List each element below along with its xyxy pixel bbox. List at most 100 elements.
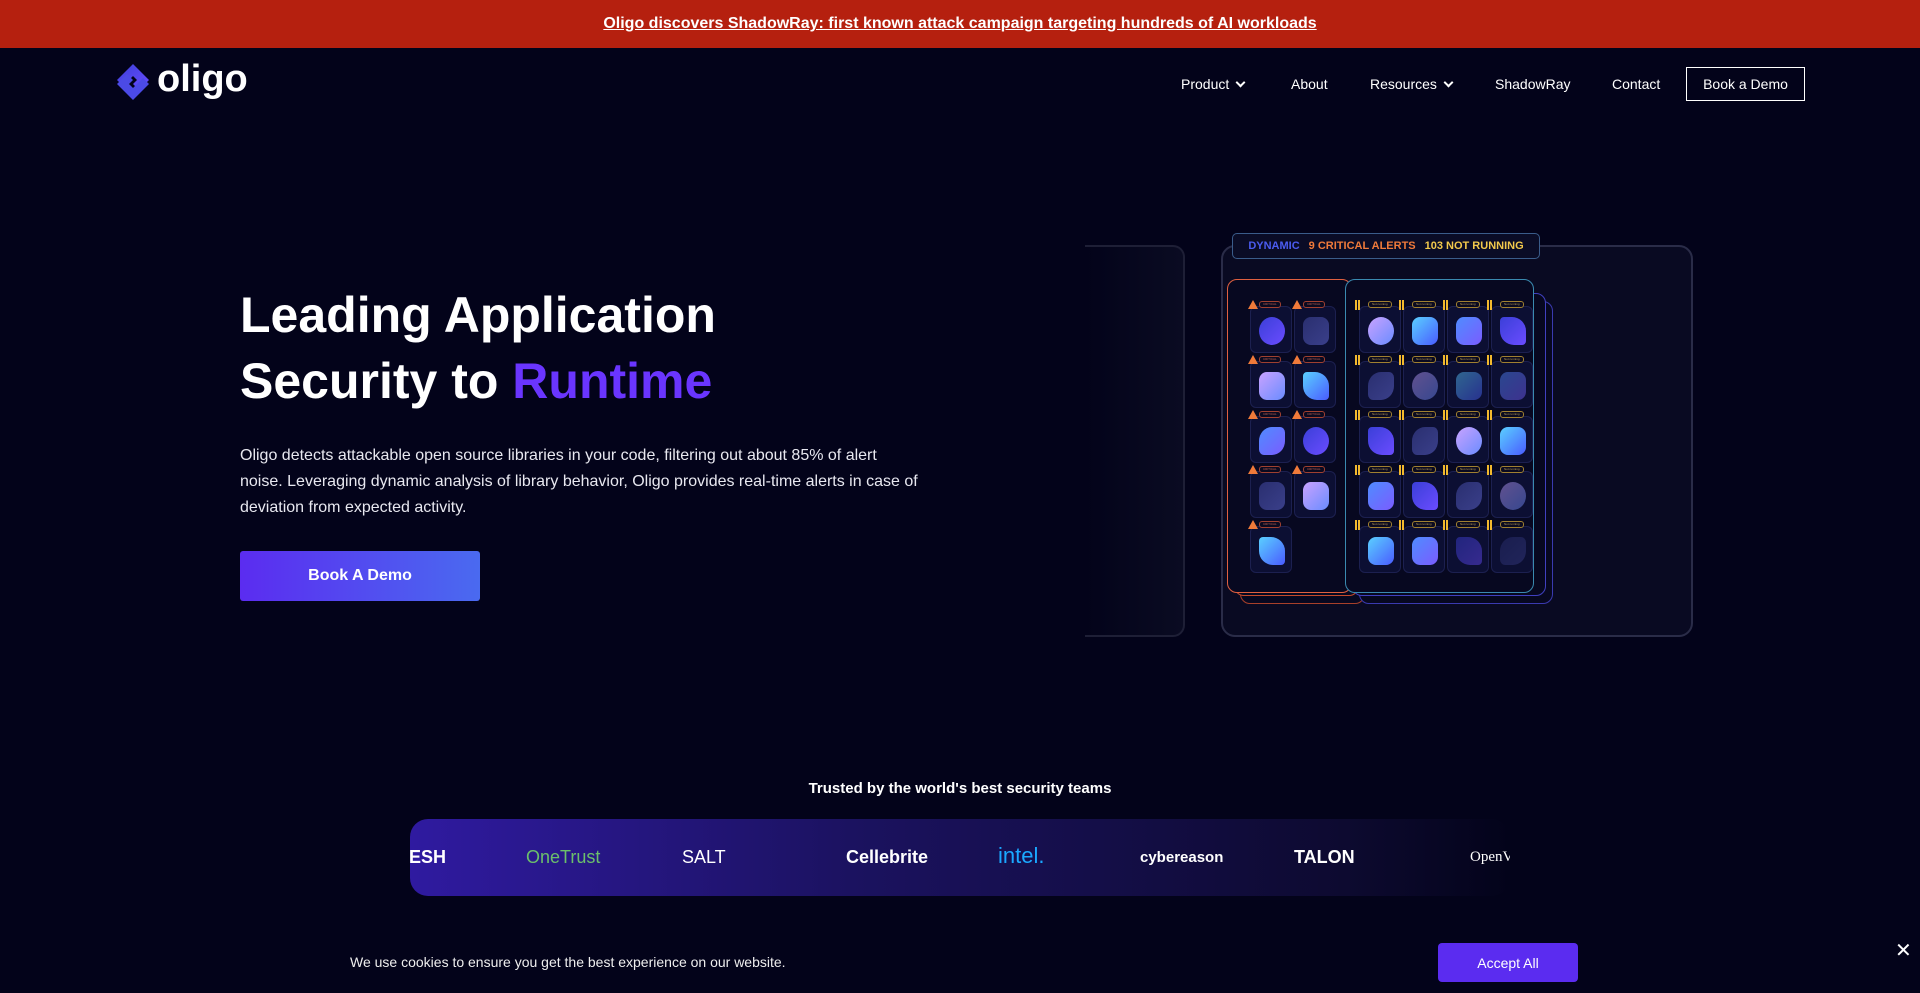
not-running-library-tile: Not running [1399, 410, 1445, 463]
library-logo-icon [1259, 482, 1285, 510]
pause-icon [1487, 465, 1492, 475]
nav-resources-label: Resources [1370, 76, 1437, 92]
warning-icon [1292, 300, 1302, 309]
pause-icon [1487, 520, 1492, 530]
library-logo-icon [1303, 317, 1329, 345]
not-running-library-tile: Not running [1399, 465, 1445, 518]
status-badge: Not running [1500, 411, 1524, 418]
customer-logo-strip: IESH OneTrust SALT Cellebrite intel. cyb… [410, 819, 1510, 896]
status-badge: Not running [1368, 521, 1392, 528]
not-running-library-tile: Not running [1487, 520, 1533, 573]
not-running-library-tile: Not running [1487, 355, 1533, 408]
not-running-library-tile: Not running [1487, 300, 1533, 353]
library-logo-icon [1500, 372, 1526, 400]
library-logo-icon [1500, 482, 1526, 510]
warning-icon [1292, 465, 1302, 474]
status-badge: CRITICAL [1259, 411, 1281, 418]
accept-cookies-button[interactable]: Accept All [1438, 943, 1578, 982]
warning-icon [1248, 465, 1258, 474]
library-logo-icon [1456, 427, 1482, 455]
library-logo-icon [1303, 372, 1329, 400]
status-badge: Not running [1456, 521, 1480, 528]
not-running-library-tile: Not running [1399, 355, 1445, 408]
not-running-library-tile: Not running [1355, 300, 1401, 353]
close-icon[interactable]: ✕ [1895, 938, 1912, 963]
pause-icon [1443, 410, 1448, 420]
status-badge: Not running [1412, 466, 1436, 473]
customer-logo: OneTrust [526, 847, 601, 867]
customer-logo: TALON [1294, 847, 1355, 867]
library-logo-icon [1500, 317, 1526, 345]
library-logo-icon [1412, 482, 1438, 510]
pause-icon [1487, 410, 1492, 420]
pause-icon [1487, 300, 1492, 310]
nav-shadowray[interactable]: ShadowRay [1495, 76, 1571, 92]
not-running-library-tile: Not running [1399, 520, 1445, 573]
oligo-logo-icon [117, 64, 149, 100]
critical-library-tile: CRITICAL [1248, 355, 1292, 408]
hero-title: Leading Application Security to Runtime [240, 282, 940, 414]
critical-library-tile: CRITICAL [1292, 410, 1336, 463]
status-badge: CRITICAL [1303, 411, 1325, 418]
announcement-link[interactable]: Oligo discovers ShadowRay: first known a… [603, 15, 1316, 33]
library-logo-icon [1259, 372, 1285, 400]
logo-wordmark: oligo [157, 57, 248, 100]
critical-library-tile: CRITICAL [1248, 520, 1292, 573]
pause-icon [1443, 465, 1448, 475]
status-badge: Not running [1368, 301, 1392, 308]
warning-icon [1292, 410, 1302, 419]
nav-resources[interactable]: Resources [1370, 76, 1454, 92]
warning-icon [1248, 410, 1258, 419]
warning-icon [1248, 300, 1258, 309]
critical-library-tile: CRITICAL [1248, 410, 1292, 463]
nav-contact[interactable]: Contact [1612, 76, 1660, 92]
status-badge: CRITICAL [1259, 356, 1281, 363]
nav-contact-label: Contact [1612, 76, 1661, 92]
warning-icon [1248, 520, 1258, 529]
nav-product[interactable]: Product [1181, 76, 1246, 92]
logo[interactable]: oligo [115, 58, 248, 102]
ghost-panel [1085, 245, 1185, 637]
library-logo-icon [1368, 482, 1394, 510]
library-logo-icon [1412, 372, 1438, 400]
status-badge: Not running [1500, 356, 1524, 363]
library-logo-icon [1412, 317, 1438, 345]
warning-icon [1248, 355, 1258, 364]
hero-title-line1: Leading Application [240, 287, 716, 343]
status-badge: Not running [1500, 466, 1524, 473]
pause-icon [1355, 355, 1360, 365]
chevron-down-icon [1235, 77, 1246, 87]
status-badge: Not running [1368, 411, 1392, 418]
pause-icon [1443, 355, 1448, 365]
book-demo-button[interactable]: Book A Demo [240, 551, 480, 601]
status-badge: CRITICAL [1303, 356, 1325, 363]
status-badge: Not running [1456, 466, 1480, 473]
library-logo-icon [1303, 427, 1329, 455]
status-badge: Not running [1500, 301, 1524, 308]
not-running-library-tile: Not running [1355, 520, 1401, 573]
critical-library-tile: CRITICAL [1248, 465, 1292, 518]
nav-about[interactable]: About [1291, 76, 1328, 92]
mode-label: DYNAMIC [1248, 240, 1300, 252]
status-badge: Not running [1412, 521, 1436, 528]
library-logo-icon [1303, 482, 1329, 510]
library-logo-icon [1412, 537, 1438, 565]
status-badge: CRITICAL [1303, 466, 1325, 473]
not-running-library-tile: Not running [1399, 300, 1445, 353]
pause-icon [1399, 300, 1404, 310]
critical-library-tile: CRITICAL [1292, 465, 1336, 518]
critical-alerts-label: 9 CRITICAL ALERTS [1308, 240, 1416, 252]
not-running-card: Not running Not running Not running Not run… [1345, 279, 1534, 593]
status-badge: Not running [1456, 411, 1480, 418]
library-logo-icon [1456, 537, 1482, 565]
customer-logo: Cellebrite [846, 847, 929, 867]
status-badge: CRITICAL [1259, 301, 1281, 308]
not-running-label: 103 NOT RUNNING [1424, 240, 1524, 252]
pause-icon [1487, 355, 1492, 365]
library-logo-icon [1368, 537, 1394, 565]
customer-logo: intel. [998, 843, 1045, 868]
status-badge: Not running [1500, 521, 1524, 528]
critical-card: CRITICAL CRITICAL CRITICAL CRITICAL CRITICAL… [1227, 279, 1352, 593]
nav-product-label: Product [1181, 76, 1230, 92]
book-demo-nav-button[interactable]: Book a Demo [1686, 67, 1805, 101]
